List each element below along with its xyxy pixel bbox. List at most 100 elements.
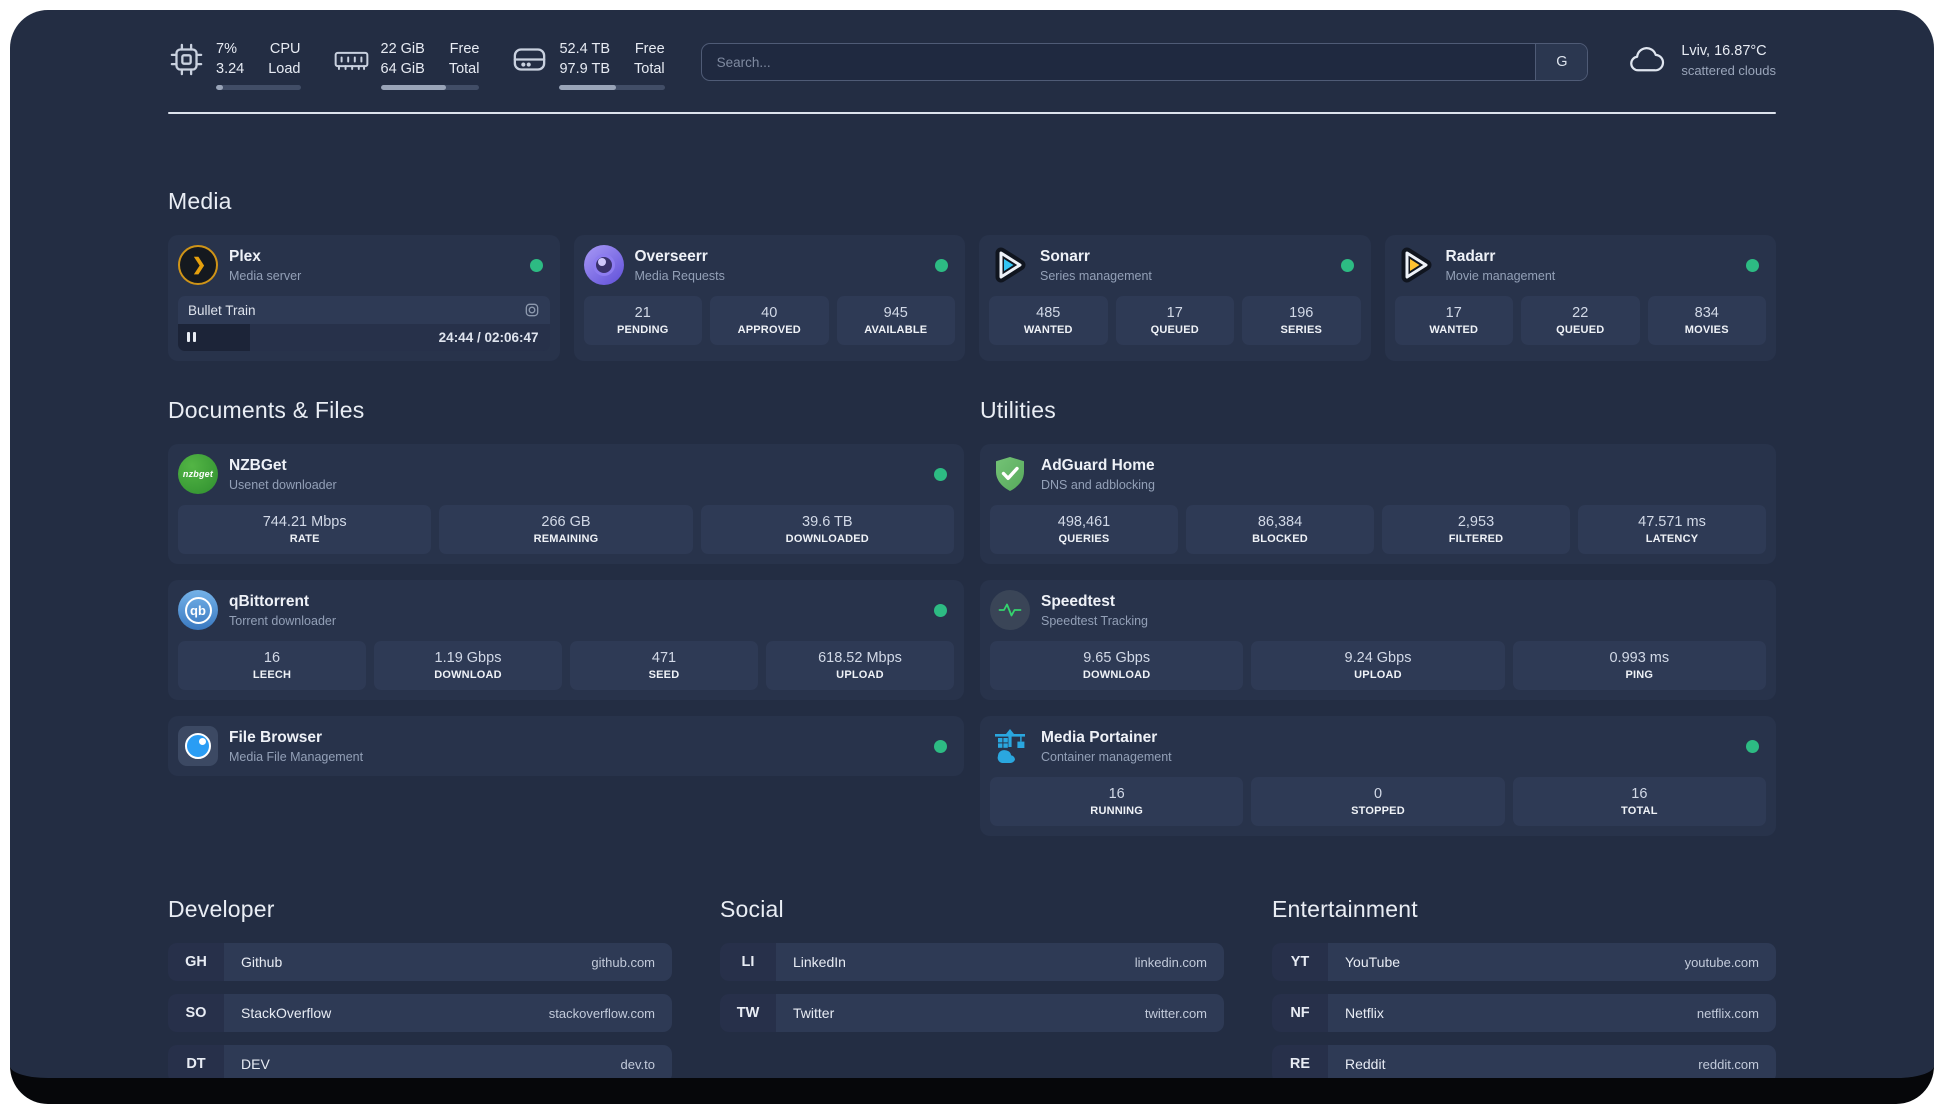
playback-time: 24:44 / 02:06:47 — [438, 330, 539, 345]
service-subtitle: Movie management — [1445, 268, 1556, 283]
section-media: Media ❯ Plex Media server Bullet Train 24:44… — [168, 188, 1776, 361]
stat-value: 17 — [1166, 305, 1183, 321]
resource-usage-fill — [380, 85, 446, 90]
service-name: Speedtest — [1041, 592, 1116, 610]
service-info: NZBGet Usenet downloader — [229, 457, 923, 492]
stat-label: QUERIES — [1058, 533, 1110, 545]
stat-filtered: 2,953 FILTERED — [1382, 505, 1570, 554]
stat-upload: 9.24 Gbps UPLOAD — [1251, 641, 1505, 690]
bookmark-pill: YouTube youtube.com — [1328, 943, 1776, 981]
stat-label: MOVIES — [1684, 324, 1729, 336]
stat-label: DOWNLOADED — [785, 533, 869, 545]
service-name: Plex — [229, 247, 261, 265]
stat-remaining: 266 GB REMAINING — [439, 505, 693, 554]
service-subtitle: Media Requests — [634, 268, 725, 283]
stat-label: PENDING — [616, 324, 669, 336]
section-documents: Documents & Files nzbget NZBGet Usenet dow… — [168, 397, 964, 852]
service-name: Radarr — [1445, 247, 1496, 265]
service-subtitle: Media File Management — [229, 749, 364, 764]
service-card-plex[interactable]: ❯ Plex Media server Bullet Train 24:44 / 02:… — [168, 235, 560, 361]
section-title-utilities: Utilities — [980, 397, 1056, 423]
service-card-radarr[interactable]: Radarr Movie management 17 WANTED 22 QUEUED 83… — [1384, 235, 1776, 361]
search-input[interactable] — [701, 44, 1536, 80]
qbittorrent-icon: qb — [178, 590, 218, 630]
stat-download: 1.19 Gbps DOWNLOAD — [374, 641, 562, 690]
bookmark-url: github.com — [591, 954, 655, 970]
bookmark-abbr: SO — [168, 994, 224, 1032]
stat-value: 471 — [651, 650, 677, 666]
stat-value: 16 — [1631, 786, 1648, 802]
stat-label: DOWNLOAD — [1082, 669, 1151, 681]
bookmark-url: youtube.com — [1684, 954, 1759, 970]
stat-label: BLOCKED — [1252, 533, 1308, 545]
resource-value: 22 GiB — [380, 41, 425, 57]
nzbget-icon: nzbget — [178, 454, 218, 494]
stat-label: UPLOAD — [836, 669, 884, 681]
service-card-media-portainer[interactable]: Media Portainer Container management 16 RUN… — [980, 716, 1776, 836]
stat-movies: 834 MOVIES — [1647, 296, 1766, 345]
stat-value: 744.21 Mbps — [262, 514, 347, 530]
stat-value: 1.19 Gbps — [434, 650, 502, 666]
stat-available: 945 AVAILABLE — [836, 296, 955, 345]
service-card-nzbget[interactable]: nzbget NZBGet Usenet downloader 744.21 Mbps… — [168, 444, 964, 564]
section-utilities: Utilities AdGuard Home DNS and adblocking… — [980, 397, 1776, 852]
media-card-grid: ❯ Plex Media server Bullet Train 24:44 / 02:… — [168, 235, 1776, 361]
stat-label: STOPPED — [1351, 805, 1405, 817]
service-card-qbittorrent[interactable]: qb qBittorrent Torrent downloader 16 LEECH 1.… — [168, 580, 964, 700]
service-info: Sonarr Series management — [1040, 248, 1330, 283]
service-subtitle: Usenet downloader — [229, 477, 337, 492]
service-card-sonarr[interactable]: Sonarr Series management 485 WANTED 17 QUEUED… — [979, 235, 1371, 361]
bookmark-name: YouTube — [1345, 954, 1401, 970]
stat-leech: 16 LEECH — [178, 641, 366, 690]
adguard-icon — [990, 454, 1030, 494]
resource-value: 3.24 — [216, 61, 245, 77]
bookmark-github[interactable]: GH Github github.com — [168, 943, 672, 981]
service-card-file-browser[interactable]: File Browser Media File Management — [168, 716, 964, 776]
stat-label: WANTED — [1429, 324, 1479, 336]
ram-icon — [333, 40, 370, 78]
bookmark-reddit[interactable]: RE Reddit reddit.com — [1272, 1045, 1776, 1078]
resource-label: Load — [268, 61, 301, 77]
bookmark-dev[interactable]: DT DEV dev.to — [168, 1045, 672, 1078]
resource-usage-fill — [216, 85, 223, 90]
bookmark-abbr: GH — [168, 943, 224, 981]
bookmark-youtube[interactable]: YT YouTube youtube.com — [1272, 943, 1776, 981]
service-stats: 9.65 Gbps DOWNLOAD 9.24 Gbps UPLOAD 0.993 ms… — [990, 641, 1766, 690]
movie-icon — [524, 302, 540, 318]
service-subtitle: Container management — [1041, 749, 1172, 764]
service-card-header: Radarr Movie management — [1395, 245, 1767, 285]
stat-value: 16 — [263, 650, 281, 666]
bookmark-twitter[interactable]: TW Twitter twitter.com — [720, 994, 1224, 1032]
bookmark-linkedin[interactable]: LI LinkedIn linkedin.com — [720, 943, 1224, 981]
resource-widget-ram: 22 GiB Free 64 GiB Total — [333, 40, 480, 90]
playback-progress-bar[interactable]: 24:44 / 02:06:47 — [178, 324, 550, 351]
status-online-dot — [1340, 258, 1354, 272]
pause-icon[interactable] — [187, 329, 199, 347]
service-subtitle: Speedtest Tracking — [1041, 613, 1149, 628]
service-stats: 21 PENDING 40 APPROVED 945 AVAILABLE — [583, 296, 955, 345]
service-stats: 744.21 Mbps RATE 266 GB REMAINING 39.6 TB DOW… — [178, 505, 954, 554]
stat-label: SEED — [648, 669, 680, 681]
service-card-overseerr[interactable]: Overseerr Media Requests 21 PENDING 40 APPROV… — [573, 235, 965, 361]
bookmark-pill: Github github.com — [224, 943, 672, 981]
weather-text: Lviv, 16.87°C scattered clouds — [1681, 43, 1776, 78]
stat-label: LEECH — [252, 669, 292, 681]
service-card-speedtest[interactable]: Speedtest Speedtest Tracking 9.65 Gbps DOWN… — [980, 580, 1776, 700]
search-provider-button[interactable]: G — [1535, 44, 1588, 80]
bookmark-groups: Developer GH Github github.com SO StackOverfl… — [168, 896, 1776, 1078]
bookmark-stackoverflow[interactable]: SO StackOverflow stackoverflow.com — [168, 994, 672, 1032]
resource-label: CPU — [269, 41, 301, 57]
weather-widget[interactable]: Lviv, 16.87°C scattered clouds — [1624, 41, 1776, 79]
cloud-icon — [1624, 41, 1668, 79]
service-name: Sonarr — [1040, 247, 1090, 265]
cpu-icon — [168, 40, 205, 78]
service-card-adguard-home[interactable]: AdGuard Home DNS and adblocking 498,461 QUE… — [980, 444, 1776, 564]
stat-rate: 744.21 Mbps RATE — [178, 505, 432, 554]
bookmark-netflix[interactable]: NF Netflix netflix.com — [1272, 994, 1776, 1032]
service-card-header: Media Portainer Container management — [990, 726, 1766, 766]
stat-value: 16 — [1108, 786, 1125, 802]
service-card-header: qb qBittorrent Torrent downloader — [178, 590, 954, 630]
stat-label: QUEUED — [1150, 324, 1199, 336]
bookmark-group-entertainment: Entertainment YT YouTube youtube.com NF Netfl… — [1272, 896, 1776, 1078]
stat-seed: 471 SEED — [570, 641, 758, 690]
